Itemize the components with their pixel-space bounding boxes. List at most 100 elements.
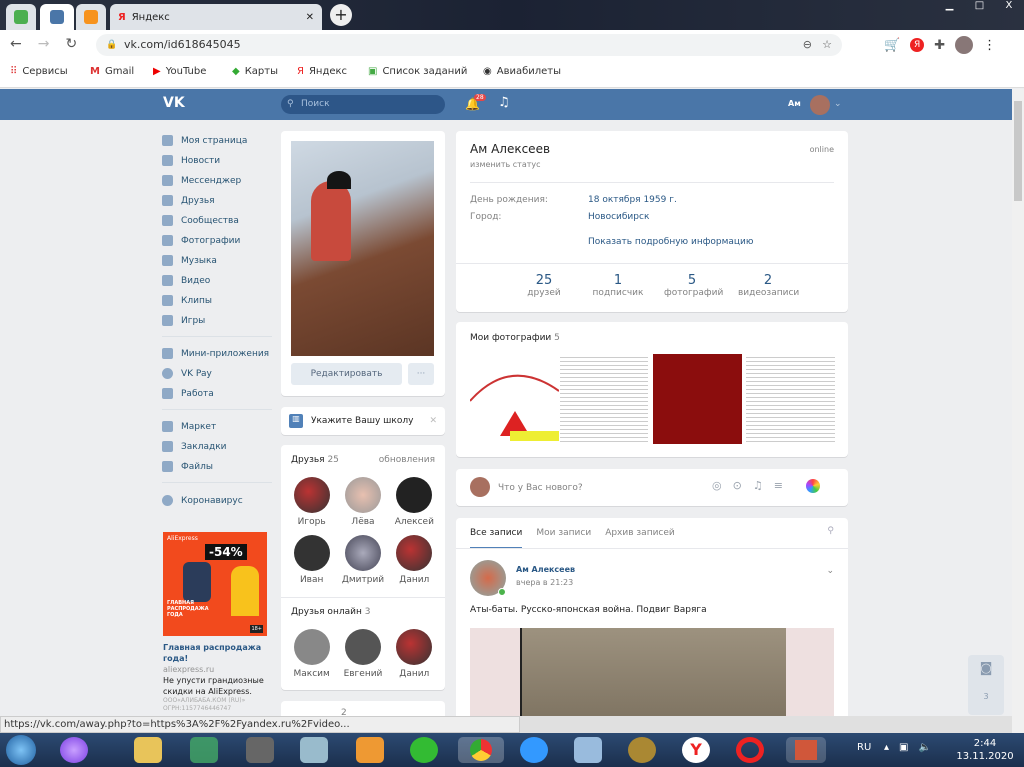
reload-icon[interactable]: ↻: [65, 36, 77, 52]
friend-online-item[interactable]: Евгений: [338, 629, 388, 679]
security-app-icon[interactable]: [190, 737, 218, 763]
yandex-extension-icon[interactable]: Я: [910, 38, 925, 52]
nav-my-page[interactable]: Моя страница: [162, 135, 247, 146]
nav-coronavirus[interactable]: Коронавирус: [162, 495, 243, 506]
mail-agent-icon[interactable]: [410, 737, 438, 763]
network-icon[interactable]: ▣: [899, 742, 908, 753]
tray-expand-icon[interactable]: ▴: [884, 742, 889, 753]
nav-photos[interactable]: Фотографии: [162, 235, 240, 246]
search-input[interactable]: ⚲ Поиск: [281, 95, 445, 114]
nav-music[interactable]: Музыка: [162, 255, 217, 266]
scrollbar[interactable]: [1012, 89, 1024, 733]
address-bar[interactable]: 🔒 vk.com/id618645045 ☆ ⊖: [96, 34, 842, 56]
friends-online-title[interactable]: Друзья онлайн 3: [291, 607, 370, 617]
video-icon[interactable]: ⊙: [733, 479, 742, 493]
opera-icon[interactable]: [736, 737, 764, 763]
camera-icon[interactable]: ◎: [712, 479, 722, 493]
bookmark-gmail[interactable]: M Gmail: [90, 66, 134, 77]
bookmark-services[interactable]: ⠿ Сервисы: [10, 66, 68, 77]
friend-item[interactable]: Алексей: [389, 477, 439, 527]
bookmark-maps[interactable]: ◆ Карты: [232, 66, 278, 77]
friend-online-item[interactable]: Данил: [389, 629, 439, 679]
composer-input[interactable]: Что у Вас нового?: [498, 483, 583, 493]
city-value[interactable]: Новосибирск: [588, 212, 649, 222]
vk-logo[interactable]: VK: [163, 95, 185, 111]
post-time[interactable]: вчера в 21:23: [516, 578, 573, 587]
counter-followers[interactable]: 1 подписчик: [590, 273, 646, 298]
ad-title[interactable]: Главная распродажа года!: [163, 642, 267, 664]
nav-bookmarks[interactable]: Закладки: [162, 441, 227, 452]
photo-thumb[interactable]: [469, 354, 560, 444]
bookmark-yandex[interactable]: Я Яндекс: [297, 66, 347, 77]
header-avatar[interactable]: [810, 95, 830, 115]
profile-photo[interactable]: [291, 141, 434, 356]
ad-banner[interactable]: AliExpress -54% ГЛАВНАЯ РАСПРОДАЖА ГОДА …: [163, 532, 267, 636]
explorer-icon[interactable]: [134, 737, 162, 763]
tab-ok[interactable]: [76, 4, 106, 30]
chevron-down-icon[interactable]: ⌄: [826, 566, 834, 576]
maximize-icon[interactable]: □: [975, 0, 984, 16]
side-widget[interactable]: ◙ 3: [968, 655, 1004, 715]
forward-icon[interactable]: →: [38, 36, 50, 52]
nav-work[interactable]: Работа: [162, 388, 214, 399]
counter-photos[interactable]: 5 фотографий: [664, 273, 723, 298]
close-icon[interactable]: ✕: [429, 416, 437, 426]
post-composer[interactable]: Что у Вас нового? ◎ ⊙ ♫ ≡: [456, 469, 848, 506]
bookmark-flights[interactable]: ◉ Авиабилеты: [483, 66, 561, 77]
clock[interactable]: 2:44 13.11.2020: [950, 737, 1020, 763]
post-author[interactable]: Ам Алексеев: [516, 565, 575, 574]
post-video[interactable]: [470, 628, 834, 728]
counter-friends[interactable]: 25 друзей: [516, 273, 572, 298]
music-icon[interactable]: ♫: [498, 95, 510, 110]
bookmark-tasks[interactable]: ▣ Список заданий: [368, 66, 467, 77]
friend-item[interactable]: Данил: [389, 535, 439, 585]
close-tab-icon[interactable]: ✕: [306, 12, 314, 23]
volume-icon[interactable]: 🔈: [918, 742, 930, 753]
camera-icon[interactable]: ◙: [968, 661, 1004, 676]
nav-video[interactable]: Видео: [162, 275, 210, 286]
new-tab-button[interactable]: +: [330, 4, 352, 26]
nav-market[interactable]: Маркет: [162, 421, 216, 432]
tab-vk[interactable]: [40, 4, 74, 30]
window-controls[interactable]: ▁ □ X: [935, 0, 1023, 16]
alice-icon[interactable]: [60, 737, 88, 763]
start-button[interactable]: [6, 735, 36, 765]
color-wheel-icon[interactable]: [805, 479, 820, 493]
show-details-link[interactable]: Показать подробную информацию: [588, 237, 753, 247]
presentation-app-icon[interactable]: [786, 737, 826, 763]
ad-text[interactable]: Главная распродажа года! aliexpress.ru Н…: [163, 642, 267, 713]
search-icon[interactable]: ⚲: [827, 526, 834, 536]
music-icon[interactable]: ♫: [753, 479, 763, 493]
photo-thumb[interactable]: [560, 354, 648, 444]
language-indicator[interactable]: RU: [857, 742, 871, 753]
school-prompt[interactable]: ▥ Укажите Вашу школу ✕: [281, 407, 445, 435]
app-icon[interactable]: [628, 737, 656, 763]
photo-thumb[interactable]: [653, 354, 742, 444]
friend-online-item[interactable]: Максим: [287, 629, 337, 679]
friends-title[interactable]: Друзья 25: [291, 455, 339, 465]
photo-thumb[interactable]: [746, 354, 835, 444]
tab-archive[interactable]: Архив записей: [605, 528, 675, 549]
nav-files[interactable]: Файлы: [162, 461, 213, 472]
tab-all-posts[interactable]: Все записи: [470, 528, 523, 549]
nav-mini-apps[interactable]: Мини-приложения: [162, 348, 269, 359]
nav-communities[interactable]: Сообщества: [162, 215, 239, 226]
back-icon[interactable]: ←: [10, 36, 22, 52]
more-actions-button[interactable]: ···: [408, 363, 434, 385]
bookmark-youtube[interactable]: ▶ YouTube: [153, 66, 206, 77]
birthday-value[interactable]: 18 октября 1959 г.: [588, 195, 677, 205]
counter-videos[interactable]: 2 видеозаписи: [738, 273, 799, 298]
horizontal-scrollbar[interactable]: [520, 716, 1012, 733]
calculator-icon[interactable]: [300, 737, 328, 763]
star-icon[interactable]: ☆: [822, 34, 832, 56]
nav-friends[interactable]: Друзья: [162, 195, 215, 206]
profile-avatar[interactable]: [955, 36, 974, 54]
nav-clips[interactable]: Клипы: [162, 295, 212, 306]
camera-app-icon[interactable]: [246, 737, 274, 763]
friends-updates-link[interactable]: обновления: [379, 455, 435, 465]
article-icon[interactable]: ≡: [774, 479, 783, 493]
yandex-browser-icon[interactable]: Y: [682, 737, 710, 763]
app-icon[interactable]: [520, 737, 548, 763]
tab-pinned-1[interactable]: [6, 4, 36, 30]
nav-games[interactable]: Игры: [162, 315, 205, 326]
